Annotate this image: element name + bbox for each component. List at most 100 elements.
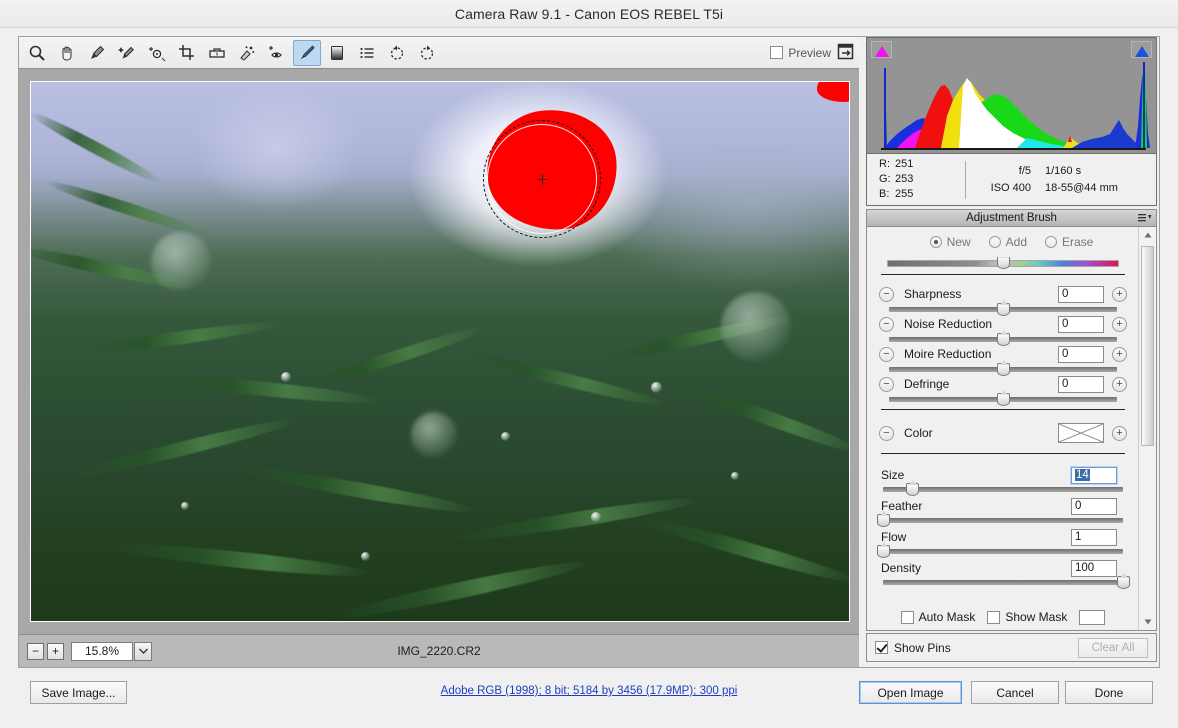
sharpness-value[interactable]: 0 [1058,286,1104,303]
saturation-slider-track[interactable] [887,260,1119,267]
targeted-adjustment-tool[interactable] [143,40,171,66]
hand-tool[interactable] [53,40,81,66]
brush-mode-add[interactable]: Add [989,235,1027,249]
noise-reduction-slider-thumb[interactable] [997,333,1010,346]
lens-value: 18-55@44 mm [1045,180,1143,197]
defringe-slider-track[interactable] [889,397,1117,402]
brush-row-density: Density 100 [867,554,1139,585]
scroll-up-arrow-icon[interactable] [1139,227,1156,243]
adjustment-brush-tool[interactable] [293,40,321,66]
radio-erase[interactable] [1045,236,1057,248]
readout-bar: R:251 G:253 B:255 f/51/160 s ISO 40018-5… [866,154,1157,206]
show-mask-label: Show Mask [1005,610,1067,624]
preview-group: Preview [770,42,859,64]
density-label: Density [881,561,921,575]
panel-scrollbar[interactable] [1138,227,1156,630]
size-slider-thumb[interactable] [906,483,919,496]
plus-icon-color[interactable]: + [1112,426,1127,441]
auto-mask-option[interactable]: Auto Mask [901,610,976,624]
radio-add[interactable] [989,236,1001,248]
brush-row-feather: Feather 0 [867,492,1139,523]
zoom-in-button[interactable]: + [47,643,64,660]
sharpness-slider-track[interactable] [889,307,1117,312]
moire-reduction-value[interactable]: 0 [1058,346,1104,363]
defringe-value[interactable]: 0 [1058,376,1104,393]
mask-color-swatch[interactable] [1079,610,1105,625]
scroll-down-arrow-icon[interactable] [1139,614,1156,630]
plus-icon-sharpness[interactable]: + [1112,287,1127,302]
plus-icon-moire-reduction[interactable]: + [1112,347,1127,362]
radio-new[interactable] [930,236,942,248]
crop-tool[interactable] [173,40,201,66]
chevron-down-icon[interactable] [134,642,152,661]
color-swatch[interactable] [1058,423,1104,443]
show-mask-checkbox[interactable] [987,611,1000,624]
feather-value[interactable]: 0 [1071,498,1117,515]
noise-reduction-label: Noise Reduction [894,317,1058,331]
size-value[interactable]: 14 [1071,467,1117,484]
zoom-level-value[interactable]: 15.8% [71,642,133,661]
show-mask-option[interactable]: Show Mask [987,610,1067,624]
fullscreen-toggle-icon[interactable] [836,42,855,64]
photo-preview[interactable] [30,81,850,622]
density-slider-thumb[interactable] [1117,576,1130,589]
shadow-clipping-indicator[interactable] [871,41,892,58]
color-sampler-tool[interactable] [113,40,141,66]
feather-slider-track[interactable] [883,518,1123,523]
panel-divider [881,274,1125,275]
r-value: 251 [895,158,913,170]
panel-menu-icon[interactable] [1138,213,1152,226]
noise-reduction-slider-track[interactable] [889,337,1117,342]
panel-title: Adjustment Brush [966,212,1057,224]
histogram[interactable] [866,37,1157,154]
plus-icon-defringe[interactable]: + [1112,377,1127,392]
minus-icon-moire-reduction[interactable]: − [879,347,894,362]
size-slider-track[interactable] [883,487,1123,492]
saturation-slider-thumb[interactable] [997,257,1010,269]
cancel-button[interactable]: Cancel [971,681,1059,704]
title-bar: Camera Raw 9.1 - Canon EOS REBEL T5i [0,0,1178,28]
flow-slider-track[interactable] [883,549,1123,554]
white-balance-tool[interactable] [83,40,111,66]
brush-mode-erase[interactable]: Erase [1045,235,1093,249]
density-slider-track[interactable] [883,580,1123,585]
moire-reduction-slider-thumb[interactable] [997,363,1010,376]
red-eye-removal-tool[interactable] [263,40,291,66]
highlight-clipping-indicator[interactable] [1131,41,1152,58]
sharpness-slider-thumb[interactable] [997,303,1010,316]
image-canvas-area[interactable] [19,69,859,634]
shutter-value: 1/160 s [1045,163,1143,180]
zoom-tool[interactable] [23,40,51,66]
preview-checkbox[interactable] [770,46,783,59]
rotate-counterclockwise-tool[interactable] [383,40,411,66]
moire-reduction-slider-track[interactable] [889,367,1117,372]
brush-mode-row: New Add Erase [867,227,1156,257]
density-value[interactable]: 100 [1071,560,1117,577]
flow-slider-thumb[interactable] [877,545,890,558]
presets-tool[interactable] [353,40,381,66]
straighten-tool[interactable] [203,40,231,66]
auto-mask-checkbox[interactable] [901,611,914,624]
panel-scroll-content: − Sharpness 0 + − Noise Reduction 0 [867,257,1139,602]
minus-icon-sharpness[interactable]: − [879,287,894,302]
defringe-slider-thumb[interactable] [997,393,1010,406]
rotate-clockwise-tool[interactable] [413,40,441,66]
zoom-out-button[interactable]: − [27,643,44,660]
spot-removal-tool[interactable] [233,40,261,66]
done-button[interactable]: Done [1065,681,1153,704]
scrollbar-thumb[interactable] [1141,246,1154,446]
feather-slider-thumb[interactable] [877,514,890,527]
noise-reduction-value[interactable]: 0 [1058,316,1104,333]
minus-icon-color[interactable]: − [879,426,894,441]
plus-icon-noise-reduction[interactable]: + [1112,317,1127,332]
minus-icon-noise-reduction[interactable]: − [879,317,894,332]
graduated-filter-tool[interactable] [323,40,351,66]
clear-all-button[interactable]: Clear All [1078,638,1148,658]
brush-mode-new[interactable]: New [930,235,971,249]
minus-icon-defringe[interactable]: − [879,377,894,392]
panel-divider-2 [881,409,1125,410]
flow-value[interactable]: 1 [1071,529,1117,546]
open-image-button[interactable]: Open Image [859,681,962,704]
sharpness-label: Sharpness [894,287,1058,301]
show-pins-checkbox[interactable] [875,641,888,654]
